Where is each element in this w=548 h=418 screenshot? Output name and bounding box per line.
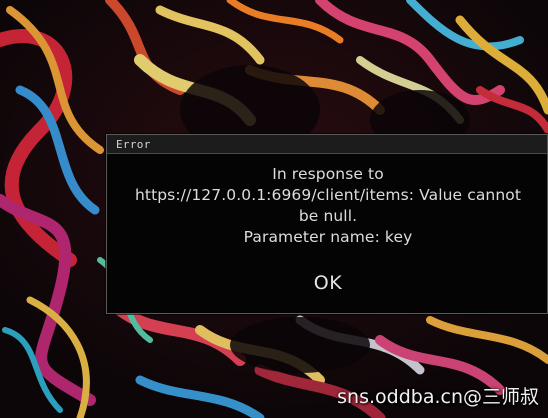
watermark: sns.oddba.cn@三师叔	[337, 386, 539, 408]
dialog-titlebar[interactable]: Error	[107, 135, 547, 154]
message-line: https://127.0.0.1:6969/client/items: Val…	[134, 186, 522, 204]
ok-button[interactable]: OK	[303, 269, 353, 297]
dialog-title: Error	[116, 137, 151, 151]
error-dialog: Error In response to https://127.0.0.1:6…	[106, 134, 548, 314]
message-line: Parameter name: key	[243, 228, 413, 246]
screen: Error In response to https://127.0.0.1:6…	[0, 0, 548, 418]
message-line: be null.	[298, 207, 358, 225]
message-line: In response to	[272, 165, 384, 183]
error-message: In response to https://127.0.0.1:6969/cl…	[107, 164, 548, 248]
